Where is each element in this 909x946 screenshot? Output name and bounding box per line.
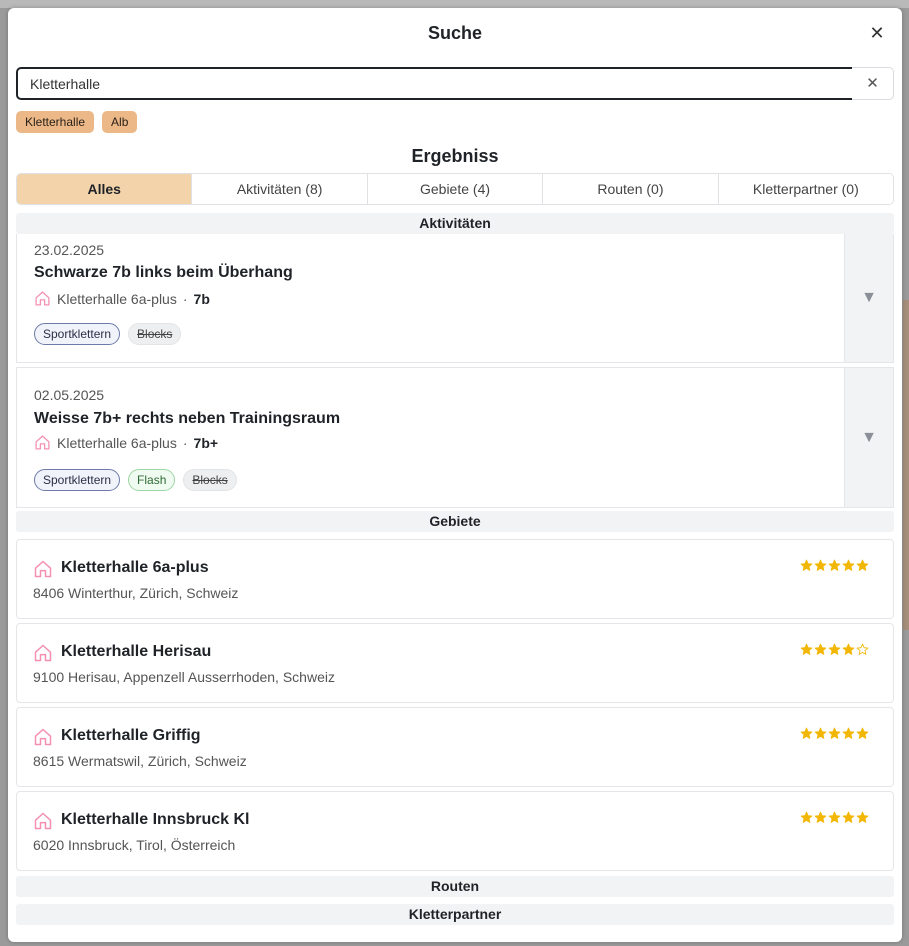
expand-button[interactable]: ▼ — [844, 368, 893, 507]
area-name: Kletterhalle Griffig — [61, 727, 201, 744]
star-filled-icon — [842, 559, 855, 571]
star-filled-icon — [828, 727, 841, 739]
section-header-activities: Aktivitäten — [16, 213, 894, 234]
area-address: 9100 Herisau, Appenzell Ausserrhoden, Sc… — [33, 669, 335, 685]
area-name: Kletterhalle Innsbruck Kl — [61, 811, 250, 828]
area-name: Kletterhalle 6a-plus — [61, 559, 209, 576]
home-icon — [35, 435, 50, 450]
tab-alles[interactable]: Alles — [17, 174, 192, 204]
section-header-areas: Gebiete — [16, 511, 894, 532]
area-address: 8615 Wermatswil, Zürich, Schweiz — [33, 753, 247, 769]
area-rating — [800, 559, 869, 572]
activity-place: Kletterhalle 6a-plus — [57, 290, 177, 307]
star-filled-icon — [842, 727, 855, 739]
tag-blocks: Blocks — [128, 323, 182, 345]
activity-card[interactable]: 02.05.2025 Weisse 7b+ rechts neben Train… — [16, 367, 894, 508]
section-header-partners: Kletterpartner — [16, 904, 894, 925]
section-header-routes: Routen — [16, 876, 894, 897]
area-address: 8406 Winterthur, Zürich, Schweiz — [33, 585, 239, 601]
activity-grade: 7b+ — [193, 434, 219, 451]
star-filled-icon — [856, 559, 869, 571]
close-button[interactable]: ✕ — [866, 22, 888, 44]
activity-location: Kletterhalle 6a-plus · 7b+ — [34, 434, 218, 451]
close-icon: ✕ — [869, 23, 885, 43]
tab-gebiete[interactable]: Gebiete (4) — [366, 174, 543, 204]
separator: · — [182, 290, 188, 307]
area-rating — [800, 727, 869, 740]
activity-name: Schwarze 7b links beim Überhang — [34, 264, 293, 281]
chevron-down-icon: ▼ — [861, 428, 877, 446]
area-rating — [800, 811, 869, 824]
star-filled-icon — [814, 727, 827, 739]
activity-grade: 7b — [193, 290, 210, 307]
area-rating — [800, 643, 869, 656]
star-filled-icon — [842, 643, 855, 655]
area-address: 6020 Innsbruck, Tirol, Österreich — [33, 837, 236, 853]
tag-blocks: Blocks — [183, 469, 237, 491]
area-name: Kletterhalle Herisau — [61, 643, 212, 660]
expand-button[interactable]: ▼ — [844, 234, 893, 362]
tag-sportklettern: Sportklettern — [34, 323, 121, 345]
tab-aktivitaeten[interactable]: Aktivitäten (8) — [191, 174, 367, 204]
results-title: Ergebniss — [411, 146, 499, 166]
separator: · — [182, 434, 188, 451]
result-tabs: Alles Aktivitäten (8) Gebiete (4) Routen… — [16, 173, 894, 205]
chip-alb[interactable]: Alb — [102, 111, 138, 133]
home-icon — [35, 291, 50, 306]
star-filled-icon — [856, 727, 869, 739]
star-filled-icon — [856, 811, 869, 823]
activity-place: Kletterhalle 6a-plus — [57, 434, 177, 451]
activity-location: Kletterhalle 6a-plus · 7b — [34, 290, 210, 307]
search-row: ✕ — [16, 67, 894, 100]
home-icon — [34, 560, 52, 578]
chip-kletterhalle[interactable]: Kletterhalle — [16, 111, 95, 133]
search-modal: Suche ✕ ✕ Kletterhalle Alb Ergebniss All… — [8, 8, 902, 942]
area-card[interactable]: Kletterhalle Herisau 9100 Herisau, Appen… — [16, 623, 894, 703]
star-filled-icon — [842, 811, 855, 823]
star-filled-icon — [828, 559, 841, 571]
background-app-edge — [903, 300, 909, 630]
search-input[interactable] — [16, 67, 866, 100]
tag-flash: Flash — [128, 469, 176, 491]
star-filled-icon — [814, 643, 827, 655]
star-empty-icon — [856, 643, 869, 655]
clear-icon: ✕ — [866, 75, 879, 92]
chevron-down-icon: ▼ — [861, 289, 877, 306]
home-icon — [34, 812, 52, 830]
search-chips: Kletterhalle Alb — [16, 111, 138, 133]
star-filled-icon — [828, 643, 841, 655]
area-card[interactable]: Kletterhalle 6a-plus 8406 Winterthur, Zü… — [16, 539, 894, 619]
area-card[interactable]: Kletterhalle Innsbruck Kl 6020 Innsbruck… — [16, 791, 894, 871]
home-icon — [34, 728, 52, 746]
activity-tags: Sportklettern Flash Blocks — [34, 469, 237, 491]
star-filled-icon — [800, 811, 813, 823]
background-app-strip — [0, 0, 909, 8]
star-filled-icon — [828, 811, 841, 823]
activity-tags: Sportklettern Blocks — [34, 323, 182, 345]
activity-date: 23.02.2025 — [34, 242, 105, 258]
star-filled-icon — [800, 643, 813, 655]
star-filled-icon — [800, 559, 813, 571]
home-icon — [34, 644, 52, 662]
star-filled-icon — [800, 727, 813, 739]
area-card[interactable]: Kletterhalle Griffig 8615 Wermatswil, Zü… — [16, 707, 894, 787]
tab-kletterpartner[interactable]: Kletterpartner (0) — [717, 174, 893, 204]
star-filled-icon — [814, 559, 827, 571]
modal-title: Suche — [427, 23, 483, 43]
activity-date: 02.05.2025 — [34, 387, 105, 403]
tab-routen[interactable]: Routen (0) — [542, 174, 718, 204]
tag-sportklettern: Sportklettern — [34, 469, 121, 491]
activity-card[interactable]: 23.02.2025 Schwarze 7b links beim Überha… — [16, 234, 894, 363]
activity-name: Weisse 7b+ rechts neben Trainingsraum — [34, 410, 341, 427]
clear-search-button[interactable]: ✕ — [852, 67, 894, 100]
star-filled-icon — [814, 811, 827, 823]
